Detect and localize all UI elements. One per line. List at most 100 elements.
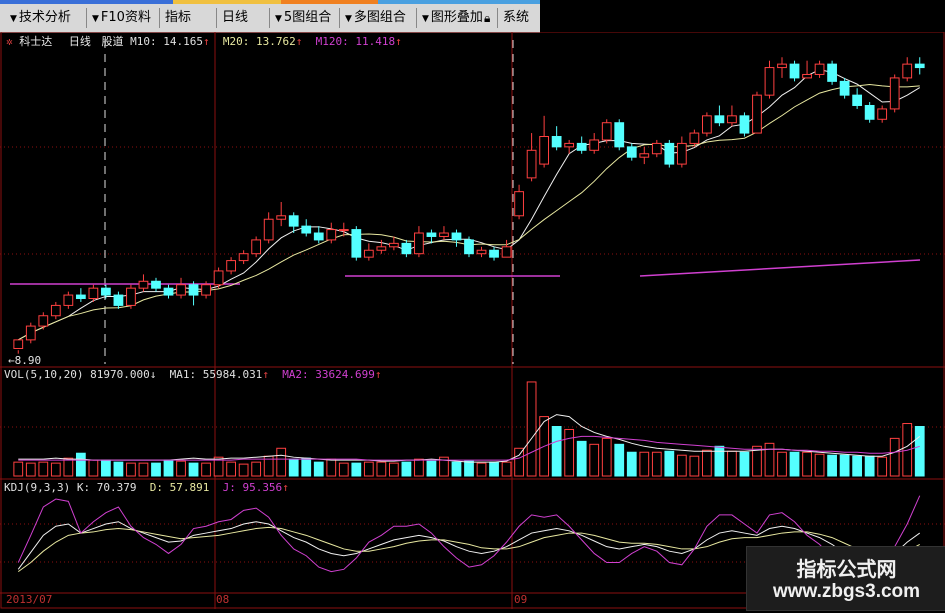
volume-bar	[739, 451, 750, 477]
volume-bar	[75, 452, 86, 477]
toolbar: ▼ 技术分析 ▼ F10资料 指标 日线 ▼ 5图组合 ▼ 多图组合 ▼ 图形叠加 系统 🔒︎	[0, 0, 540, 33]
candle-body	[539, 136, 550, 165]
date-label-2: 09	[514, 593, 528, 606]
vol-arrow: ↓	[149, 368, 157, 381]
candle-body	[601, 122, 612, 141]
chart-frame	[0, 31, 945, 609]
candle-body	[151, 280, 161, 289]
volume-bar	[802, 451, 812, 477]
candle-body	[564, 142, 575, 148]
candle-body	[213, 270, 224, 286]
candle-body	[789, 63, 800, 79]
toolbar-color-strip	[0, 0, 540, 4]
volume-bar	[489, 461, 499, 477]
volume-bar	[814, 453, 825, 477]
volume-bar	[226, 461, 236, 477]
toolbar-separator	[339, 8, 340, 28]
candle-body	[351, 229, 362, 258]
volume-bar	[589, 443, 600, 477]
volume-bar	[376, 461, 387, 477]
volume-bar	[326, 458, 337, 477]
kdj-j: J: 95.356	[222, 481, 283, 494]
volume-bar	[13, 461, 24, 477]
candle-body	[138, 280, 149, 289]
toolbar-item-3[interactable]: 日线	[222, 7, 248, 29]
settings-icon[interactable]: ✲	[6, 35, 13, 48]
toolbar-item-label: 系统	[503, 10, 530, 25]
vol-ma1-arrow: ↑	[262, 368, 269, 381]
vol-value: 81970.000	[90, 368, 150, 381]
volume-bar	[601, 437, 612, 477]
date-label-0: 2013/07	[6, 593, 53, 606]
period-label: 日线	[68, 35, 91, 48]
toolbar-item-label: 多图组合	[353, 10, 406, 25]
lock-icon[interactable]: 🔒︎	[484, 7, 490, 29]
candle-body	[338, 229, 349, 232]
vol-ma2: MA2: 33624.699	[282, 368, 375, 381]
watermark-title: 指标公式网	[796, 557, 897, 581]
dropdown-arrow-icon: ▼	[345, 14, 352, 24]
dropdown-arrow-icon: ▼	[422, 14, 429, 24]
volume-bar	[514, 447, 524, 477]
candle-body	[489, 249, 499, 258]
candle-body	[401, 242, 412, 255]
candle-body	[639, 153, 650, 158]
toolbar-item-6[interactable]: ▼ 图形叠加	[422, 7, 483, 29]
m120-line	[639, 259, 921, 277]
toolbar-item-5[interactable]: ▼ 多图组合	[345, 7, 406, 29]
kdj-label: KDJ(9,3,3)	[4, 481, 71, 494]
m10-arrow: ↑	[202, 35, 210, 48]
volume-bar	[639, 451, 650, 477]
volume-bar	[50, 462, 61, 477]
m10-value: M10: 14.165	[130, 35, 203, 48]
candle-body	[363, 249, 374, 258]
candle-body	[251, 239, 262, 255]
candle-body	[839, 80, 850, 96]
volume-bar	[727, 450, 737, 477]
candle-body	[764, 67, 775, 96]
m120-arrow: ↑	[395, 35, 402, 48]
candle-body	[25, 325, 36, 341]
toolbar-item-label: 日线	[222, 10, 249, 25]
volume-bar	[664, 450, 675, 477]
candle-body	[301, 225, 312, 234]
candle-body	[676, 142, 687, 165]
candle-body	[238, 253, 249, 262]
candle-body	[50, 304, 61, 317]
chart-svg[interactable]	[0, 31, 945, 609]
candle-body	[551, 136, 562, 148]
volume-bar	[251, 461, 262, 477]
toolbar-item-1[interactable]: ▼ F10资料	[92, 7, 151, 29]
volume-bar	[576, 440, 587, 477]
candle-body	[727, 115, 737, 124]
toolbar-item-label: 技术分析	[18, 10, 71, 25]
volume-bar	[188, 462, 199, 477]
candle-body	[614, 122, 625, 148]
candle-body	[576, 142, 587, 151]
toolbar-item-4[interactable]: ▼ 5图组合	[275, 7, 331, 29]
chart-area[interactable]	[0, 31, 945, 609]
volume-bar	[426, 460, 437, 477]
candle-body	[827, 63, 837, 82]
volume-bar	[313, 461, 324, 477]
candle-body	[902, 63, 913, 79]
candle-body	[101, 287, 111, 296]
candle-body	[426, 232, 437, 237]
vol-legend: VOL(5,10,20) 81970.000↓, MA1: 55984.031↑…	[4, 368, 382, 381]
kdj-j-arrow: ↑	[282, 481, 289, 494]
volume-bar	[827, 454, 837, 477]
volume-bar	[564, 428, 575, 477]
indicator-name: 股道	[101, 35, 124, 48]
candle-body	[414, 232, 424, 255]
candle-body	[777, 63, 787, 69]
candle-body	[464, 239, 474, 255]
candle-body	[864, 104, 875, 120]
low-price-value: 8.90	[14, 354, 42, 367]
candle-body	[288, 215, 299, 227]
vol-label: VOL(5,10,20)	[4, 368, 84, 381]
toolbar-item-2[interactable]: 指标	[165, 7, 191, 29]
toolbar-item-7[interactable]: 系统	[503, 7, 529, 29]
candle-body	[814, 63, 825, 75]
toolbar-item-0[interactable]: ▼ 技术分析	[10, 7, 71, 29]
m120-value: M120: 11.418	[315, 35, 396, 48]
